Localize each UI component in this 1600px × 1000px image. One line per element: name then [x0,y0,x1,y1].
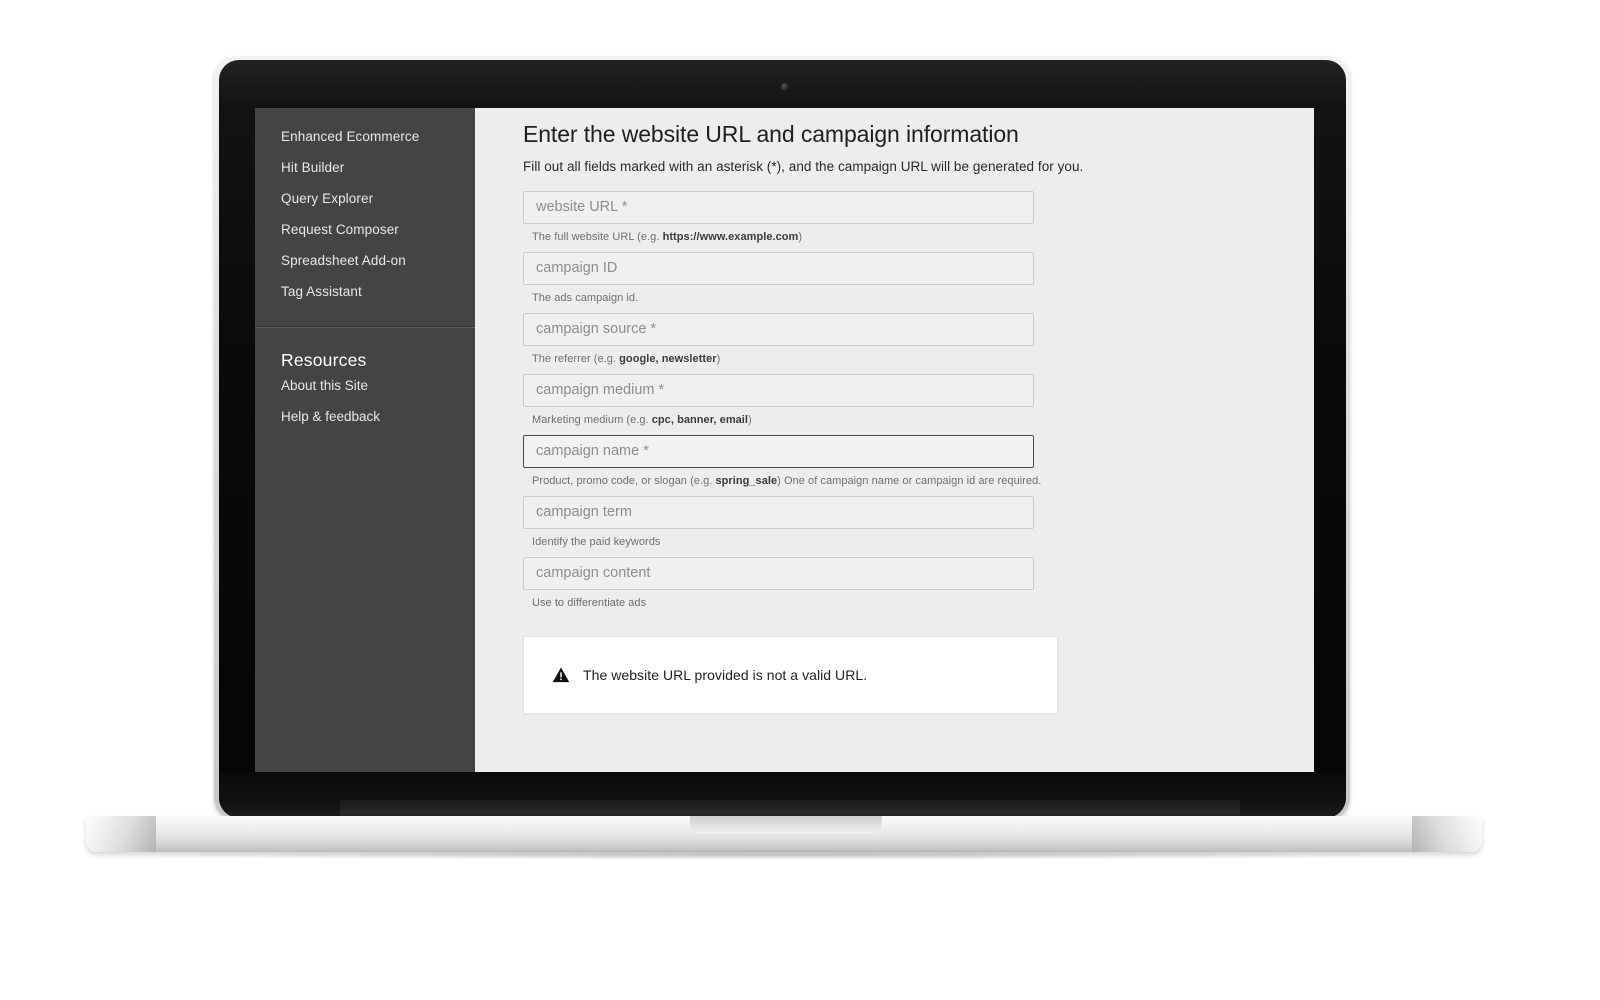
help-suffix: ) One of campaign name or campaign id ar… [777,474,1042,487]
error-alert-message: The website URL provided is not a valid … [583,666,868,683]
website-url-help-text: The full website URL (e.g. https://www.e… [523,224,1314,243]
sidebar-item-help-and-feedback[interactable]: Help & feedback [255,401,475,432]
help-prefix: The ads campaign id. [532,291,639,304]
sidebar-item-about-this-site[interactable]: About this Site [255,370,475,401]
help-prefix: Product, promo code, or slogan (e.g. [532,474,716,487]
help-prefix: The referrer (e.g. [532,352,620,365]
sidebar-item-label: Request Composer [281,221,399,237]
field-group-campaign-id: The ads campaign id. [523,251,1314,304]
laptop-device: Enhanced Ecommerce Hit Builder Query Exp… [0,0,1600,1000]
help-prefix: Identify the paid keywords [532,535,661,548]
campaign-id-input[interactable] [523,251,1034,285]
laptop-base-left-edge [86,816,156,852]
sidebar-item-label: Query Explorer [281,190,374,206]
webcam-dot-icon [781,83,789,91]
warning-triangle-icon [552,667,570,682]
campaign-content-help-text: Use to differentiate ads [523,590,1314,609]
campaign-source-help-text: The referrer (e.g. google, newsletter) [523,346,1314,365]
sidebar: Enhanced Ecommerce Hit Builder Query Exp… [255,108,475,772]
campaign-content-input[interactable] [523,556,1034,590]
sidebar-item-request-composer[interactable]: Request Composer [255,214,475,245]
help-prefix: The full website URL (e.g. [532,230,663,243]
campaign-name-help-text: Product, promo code, or slogan (e.g. spr… [523,468,1314,487]
section-title-label: Resources [281,349,367,370]
sidebar-item-tag-assistant[interactable]: Tag Assistant [255,276,475,307]
campaign-term-input[interactable] [523,495,1034,529]
campaign-medium-help-text: Marketing medium (e.g. cpc, banner, emai… [523,407,1314,426]
field-group-campaign-medium: Marketing medium (e.g. cpc, banner, emai… [523,373,1314,426]
sidebar-item-enhanced-ecommerce[interactable]: Enhanced Ecommerce [255,121,475,152]
field-group-website-url: The full website URL (e.g. https://www.e… [523,190,1314,243]
help-bold: google, newsletter [619,352,717,365]
screen-content: Enhanced Ecommerce Hit Builder Query Exp… [255,108,1314,772]
help-bold: cpc, banner, email [651,413,749,426]
help-suffix: ) [748,413,752,426]
sidebar-item-query-explorer[interactable]: Query Explorer [255,183,475,214]
main-content: Enter the website URL and campaign infor… [475,108,1314,772]
help-prefix: Use to differentiate ads [532,596,647,609]
sidebar-item-label: Hit Builder [281,159,345,175]
screenshot-stage: Enhanced Ecommerce Hit Builder Query Exp… [0,0,1600,1000]
campaign-name-input[interactable] [523,434,1034,468]
campaign-term-help-text: Identify the paid keywords [523,529,1314,548]
sidebar-item-spreadsheet-add-on[interactable]: Spreadsheet Add-on [255,245,475,276]
field-group-campaign-name: Product, promo code, or slogan (e.g. spr… [523,434,1314,487]
laptop-base-notch [690,816,882,834]
field-group-campaign-content: Use to differentiate ads [523,556,1314,609]
website-url-input[interactable] [523,190,1034,224]
campaign-medium-input[interactable] [523,373,1034,407]
laptop-drop-shadow [120,850,1450,860]
sidebar-item-label: Spreadsheet Add-on [281,252,406,268]
page-title: Enter the website URL and campaign infor… [523,121,1019,147]
page-subtitle: Fill out all fields marked with an aster… [523,158,1084,174]
campaign-source-input[interactable] [523,312,1034,346]
field-group-campaign-source: The referrer (e.g. google, newsletter) [523,312,1314,365]
sidebar-item-label: Help & feedback [281,409,381,424]
help-suffix: ) [716,352,721,365]
help-suffix: ) [798,230,803,243]
help-bold: https://www.example.com [662,230,799,243]
field-group-campaign-term: Identify the paid keywords [523,495,1314,548]
sidebar-item-hit-builder[interactable]: Hit Builder [255,152,475,183]
help-bold: spring_sale [715,474,778,487]
help-prefix: Marketing medium (e.g. [532,413,652,426]
sidebar-section-title-resources: Resources [255,328,475,370]
sidebar-item-label: Tag Assistant [281,283,362,299]
error-alert: The website URL provided is not a valid … [523,635,1058,714]
campaign-id-help-text: The ads campaign id. [523,285,1314,304]
sidebar-item-label: About this Site [281,378,369,393]
sidebar-item-label: Enhanced Ecommerce [281,128,420,144]
laptop-base-right-edge [1412,816,1482,852]
